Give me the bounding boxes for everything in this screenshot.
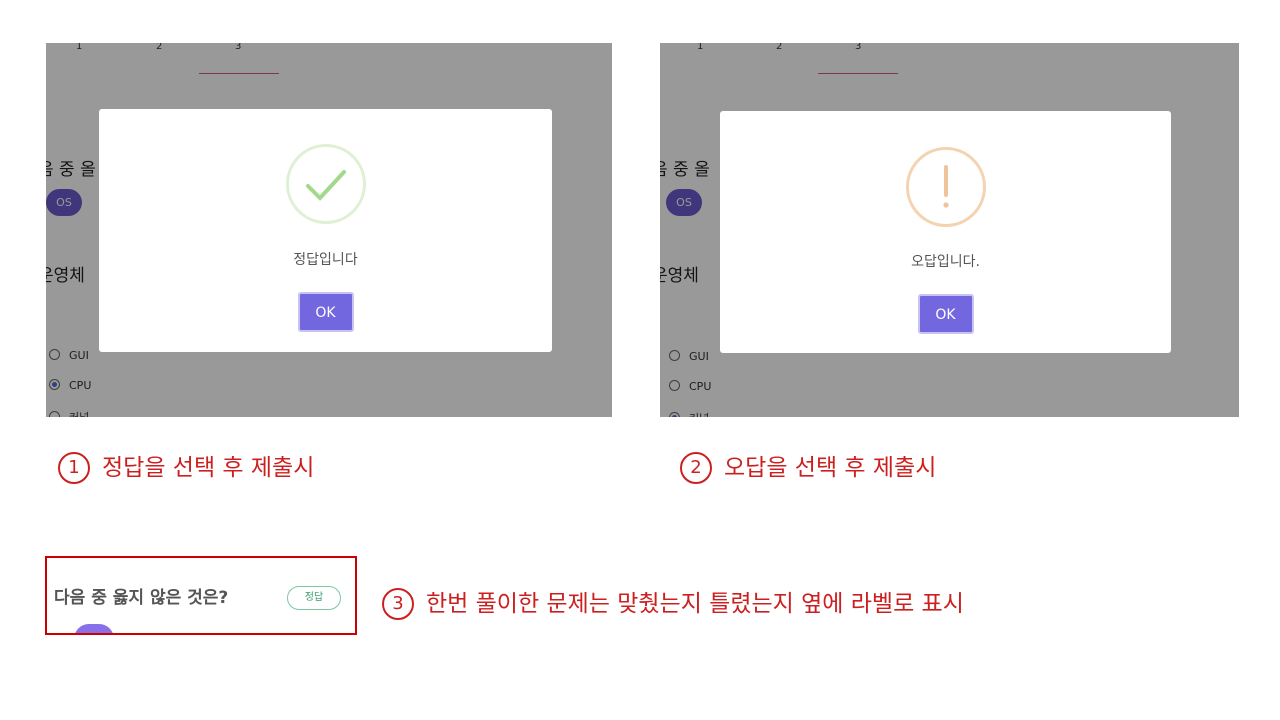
dialog-message: 정답입니다 bbox=[293, 252, 358, 268]
caption-number: 3 bbox=[382, 588, 414, 620]
caption-text: 한번 풀이한 문제는 맞췄는지 틀렸는지 옆에 라벨로 표시 bbox=[426, 591, 964, 617]
screenshot-wrong: 1 2 3 음 중 올 OS 운영체 GUI CPU 커널 오답입니다. OK bbox=[660, 43, 1239, 417]
caption-label: 3 한번 풀이한 문제는 맞췄는지 틀렸는지 옆에 라벨로 표시 bbox=[382, 584, 964, 620]
result-dialog: 정답입니다 OK bbox=[99, 109, 552, 352]
category-chip[interactable] bbox=[74, 624, 114, 633]
caption-text: 정답을 선택 후 제출시 bbox=[102, 455, 315, 481]
result-dialog: 오답입니다. OK bbox=[720, 111, 1171, 353]
dialog-message: 오답입니다. bbox=[911, 254, 980, 270]
solved-label-example: 다음 중 옳지 않은 것은? 정답 bbox=[45, 556, 357, 635]
caption-number: 1 bbox=[58, 452, 90, 484]
ok-button[interactable]: OK bbox=[917, 294, 974, 334]
question-title: 다음 중 옳지 않은 것은? bbox=[54, 588, 229, 608]
caption-text: 오답을 선택 후 제출시 bbox=[724, 455, 937, 481]
check-icon bbox=[285, 144, 366, 224]
caption-wrong: 2 오답을 선택 후 제출시 bbox=[680, 448, 936, 484]
screenshot-correct: 1 2 3 음 중 올 OS 운영체 GUI CPU 커널 정답입니다 OK bbox=[46, 43, 612, 417]
caption-number: 2 bbox=[680, 452, 712, 484]
exclamation-icon bbox=[905, 147, 986, 227]
ok-button[interactable]: OK bbox=[297, 292, 354, 332]
status-badge: 정답 bbox=[287, 586, 341, 610]
caption-correct: 1 정답을 선택 후 제출시 bbox=[58, 448, 314, 484]
